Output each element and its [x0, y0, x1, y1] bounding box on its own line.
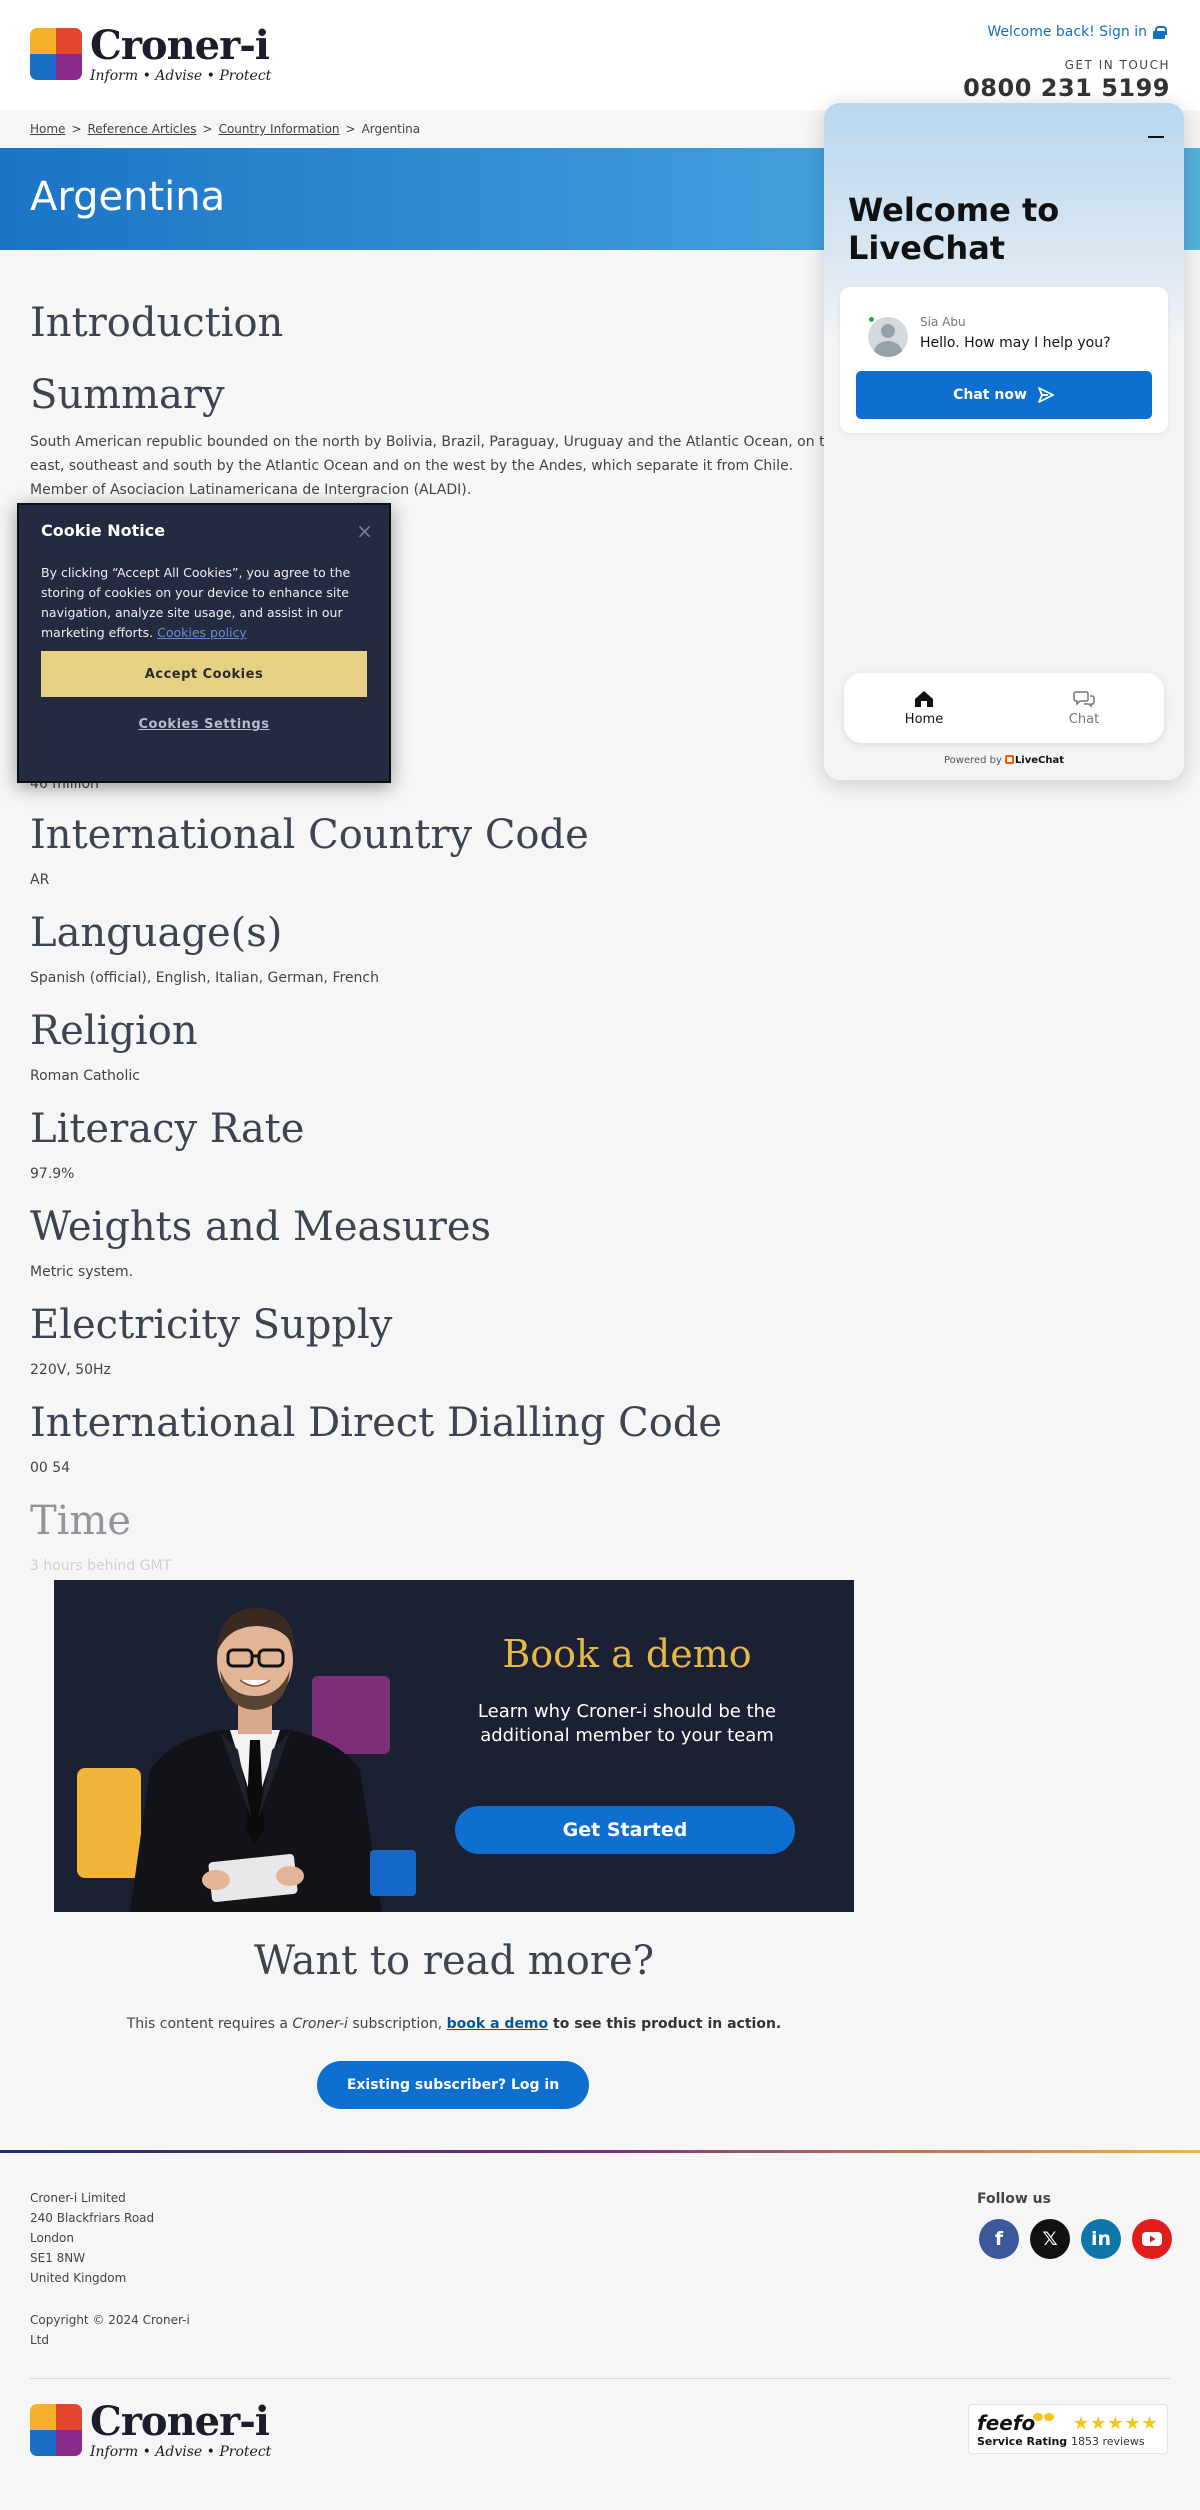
cookies-settings-link[interactable]: Cookies Settings [41, 717, 367, 732]
linkedin-icon[interactable]: in [1081, 2219, 1121, 2259]
idd-heading: International Direct Dialling Code [30, 1400, 723, 1446]
summary-text: South American republic bounded on the n… [30, 434, 843, 498]
facebook-icon[interactable]: f [979, 2219, 1019, 2259]
weights-heading: Weights and Measures [30, 1204, 492, 1250]
tab-chat-label: Chat [1068, 711, 1100, 727]
livechat-widget: Welcome to LiveChat Sia Abu Hello. How m… [824, 103, 1184, 780]
croner-logo-mark [30, 28, 82, 80]
site-header: Croner-i Inform • Advise • Protect Welco… [0, 0, 1200, 110]
get-in-touch-label: GET IN TOUCH [1064, 58, 1170, 72]
idd-value: 00 54 [30, 1460, 71, 1476]
electricity-value: 220V, 50Hz [30, 1362, 111, 1378]
religion-heading: Religion [30, 1008, 198, 1054]
x-twitter-icon[interactable]: 𝕏 [1030, 2219, 1070, 2259]
businessman-illustration [130, 1608, 382, 1912]
feefo-eyes-icon [1033, 2413, 1055, 2421]
country-code-heading: International Country Code [30, 812, 589, 858]
product-name: Croner-i [292, 2016, 348, 2032]
livechat-message-card: Sia Abu Hello. How may I help you? Chat … [840, 287, 1168, 433]
book-demo-banner: Book a demo Learn why Croner-i should be… [54, 1580, 854, 1912]
footer-croner-logo[interactable]: Croner-i Inform • Advise • Protect [30, 2397, 272, 2460]
footer-logo-tagline: Inform • Advise • Protect [90, 2443, 272, 2460]
feefo-stars-icon: ★★★★★ [1073, 2413, 1159, 2434]
tab-chat[interactable]: Chat [1004, 673, 1164, 743]
sign-in-label: Welcome back! Sign in [987, 24, 1147, 40]
chat-now-label: Chat now [953, 387, 1027, 403]
youtube-icon[interactable] [1132, 2219, 1172, 2259]
accept-cookies-button[interactable]: Accept Cookies [41, 651, 367, 697]
cookie-notice-body: By clicking “Accept All Cookies”, you ag… [41, 565, 351, 640]
breadcrumb: Home > Reference Articles > Country Informat… [30, 122, 421, 136]
follow-us-label: Follow us [977, 2191, 1051, 2207]
send-icon [1037, 387, 1054, 403]
weights-value: Metric system. [30, 1264, 134, 1280]
phone-number[interactable]: 0800 231 5199 [963, 74, 1170, 102]
livechat-nav: Home Chat [844, 673, 1164, 743]
subscriber-login-button[interactable]: Existing subscriber? Log in [317, 2061, 589, 2109]
feefo-badge[interactable]: feefo Service Rating ★★★★★ 1853 reviews [968, 2404, 1168, 2454]
religion-value: Roman Catholic [30, 1068, 140, 1084]
lock-icon [1153, 26, 1167, 39]
introduction-heading: Introduction [30, 300, 284, 346]
footer-logo-mark [30, 2404, 82, 2456]
literacy-value: 97.9% [30, 1166, 75, 1182]
book-demo-link[interactable]: book a demo [447, 2016, 549, 2032]
livechat-logo-icon [1004, 755, 1014, 764]
demo-subtitle: Learn why Croner-i should be the additio… [477, 1701, 777, 1746]
footer-divider [0, 2150, 1200, 2153]
home-icon [915, 690, 933, 707]
social-links: f 𝕏 in [979, 2219, 1172, 2259]
chat-bubbles-icon [1073, 690, 1095, 708]
footer-logo-name: Croner-i [90, 2397, 270, 2445]
demo-title: Book a demo [502, 1632, 752, 1676]
breadcrumb-country-information[interactable]: Country Information [219, 122, 340, 136]
chat-now-button[interactable]: Chat now [856, 371, 1152, 419]
cookie-notice-dialog: Cookie Notice × By clicking “Accept All … [17, 503, 391, 783]
read-more-title: Want to read more? [253, 1938, 655, 1984]
time-value: 3 hours behind GMT [30, 1558, 172, 1574]
feefo-service-rating: Service Rating [977, 2435, 1068, 2448]
agent-name: Sia Abu [920, 315, 966, 329]
time-heading: Time [30, 1498, 132, 1544]
logo-tagline: Inform • Advise • Protect [90, 67, 272, 84]
livechat-title: Welcome to LiveChat [848, 191, 1060, 267]
page-title: Argentina [30, 174, 226, 220]
read-more-text: This content requires a Croner-i subscri… [126, 2016, 782, 2032]
minimize-icon[interactable] [1148, 136, 1164, 138]
agent-message: Hello. How may I help you? [920, 335, 1111, 351]
breadcrumb-home[interactable]: Home [30, 122, 65, 136]
decor-square-blue [370, 1850, 416, 1896]
cookie-notice-title: Cookie Notice [41, 521, 166, 540]
electricity-heading: Electricity Supply [30, 1302, 393, 1348]
powered-by-livechat[interactable]: Powered by LiveChat [824, 755, 1184, 766]
company-address: Croner-i Limited 240 Blackfriars Road Lo… [30, 2191, 155, 2285]
breadcrumb-current: Argentina [361, 122, 421, 136]
logo-name: Croner-i [90, 21, 270, 69]
tab-home-label: Home [904, 711, 944, 727]
literacy-heading: Literacy Rate [30, 1106, 305, 1152]
close-icon[interactable]: × [356, 519, 373, 543]
footer-separator [30, 2378, 1170, 2379]
get-started-button[interactable]: Get Started [455, 1806, 795, 1854]
language-heading: Language(s) [30, 910, 283, 956]
breadcrumb-reference-articles[interactable]: Reference Articles [88, 122, 197, 136]
online-status-icon [867, 315, 876, 324]
croner-logo[interactable]: Croner-i Inform • Advise • Protect [30, 21, 272, 84]
tab-home[interactable]: Home [844, 673, 1004, 743]
cookies-policy-link[interactable]: Cookies policy [157, 625, 247, 640]
feefo-name: feefo [977, 2411, 1036, 2435]
copyright: Copyright © 2024 Croner-i Ltd [30, 2313, 190, 2347]
feefo-review-count: 1853 reviews [1071, 2435, 1145, 2448]
language-value: Spanish (official), English, Italian, Ge… [30, 970, 379, 986]
summary-heading: Summary [30, 372, 225, 418]
country-code-value: AR [30, 872, 50, 888]
sign-in-link[interactable]: Welcome back! Sign in [987, 24, 1167, 40]
